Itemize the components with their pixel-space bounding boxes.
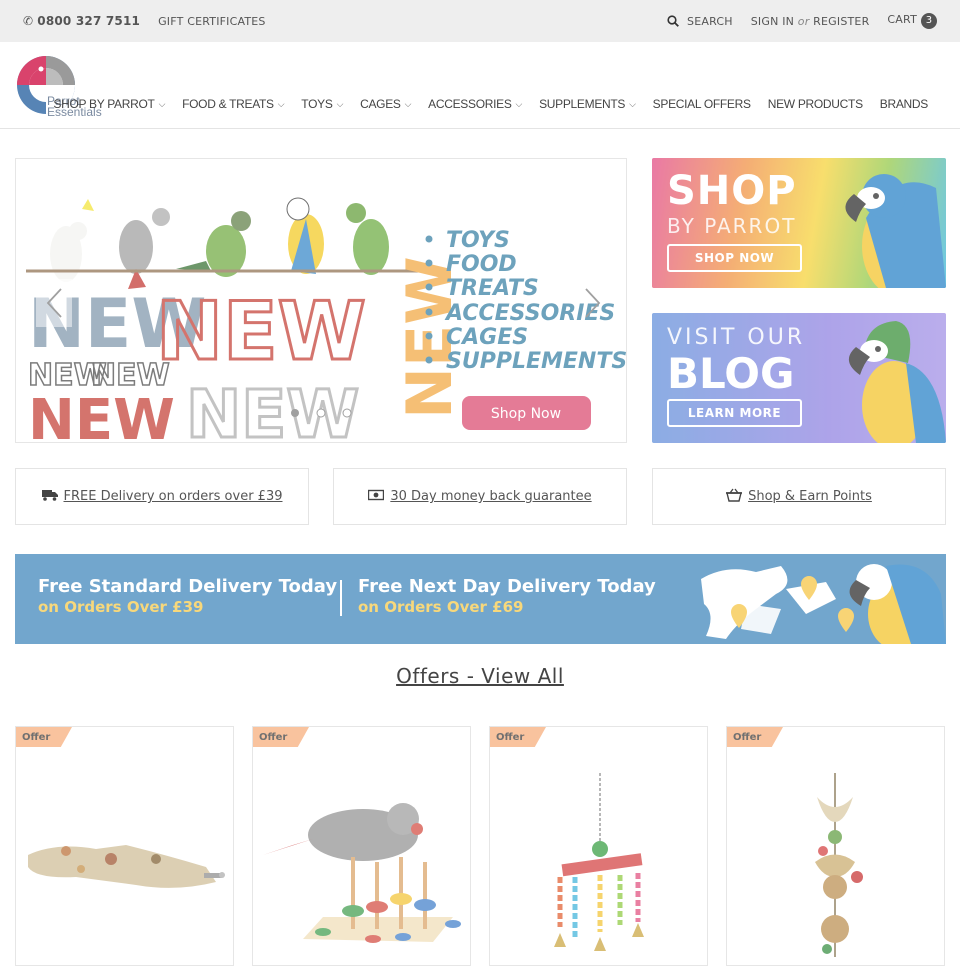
site-header: Parrot Essentials SHOP BY PARROT ⌵ FOOD &… [0, 42, 960, 129]
parrots-illustration [26, 197, 436, 289]
nav-shop-by-parrot[interactable]: SHOP BY PARROT ⌵ [53, 97, 165, 111]
svg-text:CAGES: CAGES [446, 325, 528, 350]
nav-accessories[interactable]: ACCESSORIES ⌵ [428, 97, 522, 111]
product-image [554, 773, 644, 951]
search-button[interactable]: SEARCH [667, 15, 733, 28]
new-word: NEW [28, 388, 175, 443]
blog-heading: BLOG [667, 349, 795, 398]
svg-text:SUPPLEMENTS: SUPPLEMENTS [446, 349, 627, 374]
hero-illustration: NEW NEW NEW NEW NEW NEW NEW TOYS FOOD TR… [26, 197, 627, 443]
register-link[interactable]: REGISTER [813, 15, 869, 28]
nav-brands[interactable]: BRANDS [880, 97, 929, 111]
shop-by-parrot-banner[interactable]: SHOP BY PARROT SHOP NOW [652, 158, 946, 288]
nav-toys[interactable]: TOYS ⌵ [301, 97, 343, 111]
money-icon [368, 489, 385, 505]
chevron-down-icon: ⌵ [404, 98, 412, 109]
chevron-down-icon: ⌵ [515, 98, 523, 109]
svg-text:TREATS: TREATS [446, 276, 539, 301]
phone-icon: ✆ [23, 14, 34, 28]
chevron-down-icon: ⌵ [158, 98, 166, 109]
money-back-feature[interactable]: 30 Day money back guarantee [333, 468, 627, 525]
sign-in-link[interactable]: SIGN IN [751, 15, 794, 28]
free-delivery-feature[interactable]: FREE Delivery on orders over £39 [15, 468, 309, 525]
carousel-dot-3[interactable] [342, 408, 352, 418]
carousel-prev-arrow[interactable] [36, 279, 72, 327]
gift-certificates-link[interactable]: GIFT CERTIFICATES [158, 15, 266, 28]
divider [340, 580, 342, 616]
product-card[interactable]: Offer [15, 726, 234, 966]
top-bar: ✆ 0800 327 7511 GIFT CERTIFICATES SEARCH… [0, 0, 960, 42]
svg-text:TOYS: TOYS [446, 228, 510, 253]
product-card[interactable]: Offer [252, 726, 471, 966]
standard-delivery-text: Free Standard Delivery Today on Orders O… [38, 576, 338, 616]
cart-count-badge: 3 [921, 13, 937, 29]
carousel-dot-1[interactable] [291, 409, 299, 417]
by-parrot-text: BY PARROT [667, 214, 797, 238]
new-word: NEW [186, 376, 359, 443]
chevron-down-icon: ⌵ [336, 98, 344, 109]
offers-view-all-link[interactable]: Offers - View All [0, 664, 960, 688]
new-word: NEW [156, 285, 366, 378]
hero-carousel[interactable]: NEW NEW NEW NEW NEW NEW NEW TOYS FOOD TR… [15, 158, 627, 443]
next-day-delivery-text: Free Next Day Delivery Today on Orders O… [358, 576, 656, 616]
nav-supplements[interactable]: SUPPLEMENTS ⌵ [539, 97, 636, 111]
nav-special-offers[interactable]: SPECIAL OFFERS [653, 97, 751, 111]
hero-shop-now-button[interactable]: Shop Now [462, 396, 591, 430]
chevron-down-icon: ⌵ [277, 98, 285, 109]
product-card[interactable]: Offer [489, 726, 708, 966]
learn-more-button[interactable]: LEARN MORE [667, 399, 802, 427]
nav-new-products[interactable]: NEW PRODUCTS [768, 97, 863, 111]
product-image [28, 845, 225, 888]
blog-banner[interactable]: VISIT OUR BLOG LEARN MORE [652, 313, 946, 443]
delivery-banner[interactable]: Free Standard Delivery Today on Orders O… [15, 554, 946, 644]
svg-text:FOOD: FOOD [446, 252, 517, 277]
map-parrot-illustration [701, 564, 946, 644]
cart-link[interactable]: CART 3 [887, 13, 937, 29]
phone-link[interactable]: ✆ 0800 327 7511 [23, 14, 140, 28]
chevron-down-icon: ⌵ [629, 98, 636, 109]
carousel-dot-2[interactable] [316, 408, 326, 418]
product-card[interactable]: Offer [726, 726, 945, 966]
nav-cages[interactable]: CAGES ⌵ [360, 97, 411, 111]
visit-our-text: VISIT OUR [667, 325, 806, 350]
new-graphic: NEW NEW NEW NEW NEW NEW NEW [27, 256, 466, 443]
truck-icon [41, 489, 58, 505]
shop-heading: SHOP [667, 168, 797, 214]
main-nav: SHOP BY PARROT ⌵ FOOD & TREATS ⌵ TOYS ⌵ CAG… [53, 97, 928, 111]
shop-now-button[interactable]: SHOP NOW [667, 244, 802, 272]
product-image [263, 803, 461, 943]
basket-icon [726, 488, 743, 506]
or-text: or [797, 14, 810, 28]
nav-food-treats[interactable]: FOOD & TREATS ⌵ [182, 97, 284, 111]
product-image [815, 773, 863, 957]
macaw-illustration [848, 321, 946, 443]
svg-text:Shop Now: Shop Now [491, 406, 561, 422]
earn-points-feature[interactable]: Shop & Earn Points [652, 468, 946, 525]
macaw-illustration [845, 174, 946, 288]
search-icon [667, 15, 679, 27]
